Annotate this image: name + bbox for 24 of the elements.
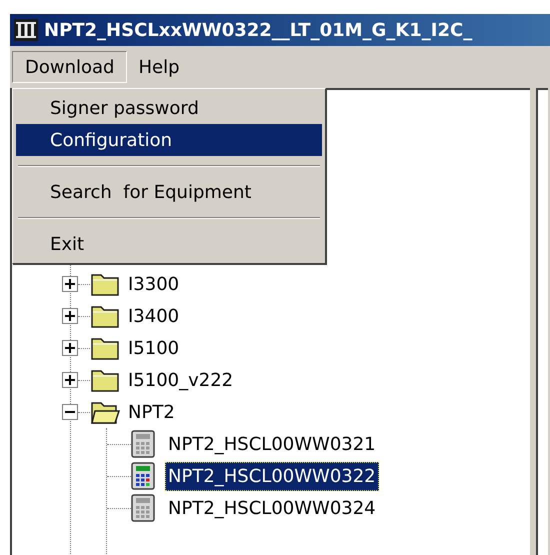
tree-item[interactable]: NPT2_HSCL00WW0322 bbox=[165, 462, 379, 490]
menu-item[interactable]: Configuration bbox=[16, 124, 322, 156]
expand-icon[interactable] bbox=[62, 340, 78, 356]
tree-item[interactable]: NPT2 bbox=[128, 398, 175, 426]
menu-bar-item[interactable]: Download bbox=[12, 51, 128, 83]
expand-icon[interactable] bbox=[62, 372, 78, 388]
tree-item[interactable]: I3400 bbox=[128, 302, 180, 330]
tree-item[interactable]: I3300 bbox=[128, 270, 180, 298]
expand-icon[interactable] bbox=[62, 308, 78, 324]
tree-item[interactable]: I5100_v222 bbox=[128, 366, 234, 394]
menu-bar-item[interactable]: Help bbox=[129, 51, 189, 83]
app-icon bbox=[14, 19, 38, 41]
tree-item[interactable]: NPT2_HSCL00WW0321 bbox=[165, 430, 379, 458]
window-title: NPT2_HSCLxxWW0322__LT_01M_G_K1_I2C_ bbox=[44, 18, 472, 42]
terminal-icon bbox=[131, 430, 155, 458]
expand-icon[interactable] bbox=[62, 276, 78, 292]
menu-item[interactable]: Signer password bbox=[16, 92, 322, 124]
menu-item[interactable]: Search for Equipment bbox=[16, 176, 322, 208]
terminal-icon bbox=[131, 494, 155, 522]
menu-item[interactable]: Exit bbox=[16, 228, 322, 260]
tree-item[interactable]: NPT2_HSCL00WW0324 bbox=[165, 494, 379, 522]
terminal-icon bbox=[131, 462, 155, 490]
collapse-icon[interactable] bbox=[62, 404, 78, 420]
tree-item[interactable]: I5100 bbox=[128, 334, 180, 362]
